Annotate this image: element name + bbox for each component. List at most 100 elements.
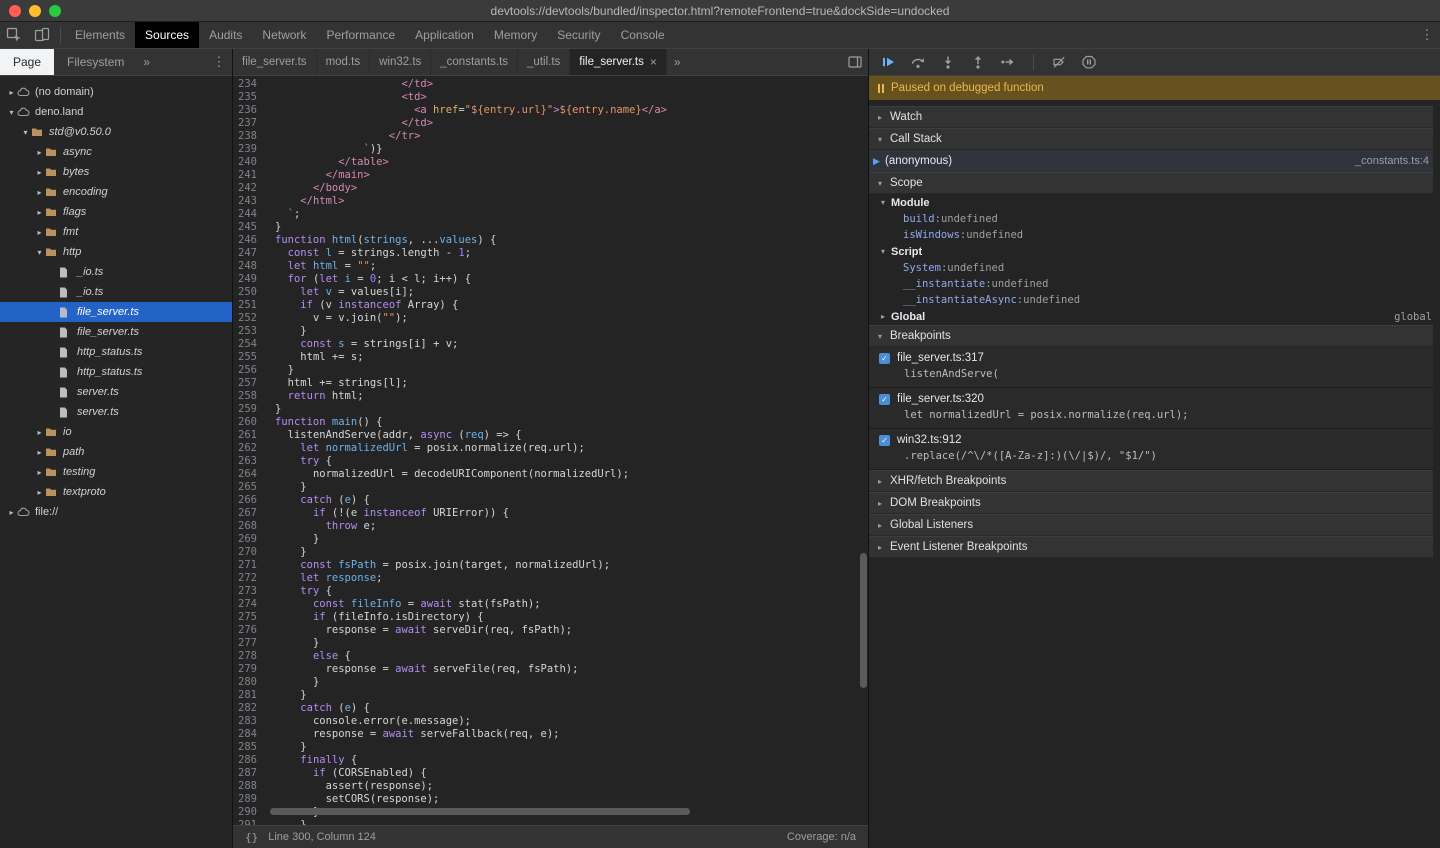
- code-line[interactable]: 246function html(strings, ...values) {: [233, 234, 868, 247]
- code-line[interactable]: 273 try {: [233, 585, 868, 598]
- step-into-button[interactable]: [939, 53, 957, 71]
- tree-item-no-domain[interactable]: ▸(no domain): [0, 82, 232, 102]
- code-line[interactable]: 256 }: [233, 364, 868, 377]
- tree-item-io-ts[interactable]: _io.ts: [0, 262, 232, 282]
- line-number[interactable]: 240: [233, 156, 266, 169]
- code-line[interactable]: 244 `;: [233, 208, 868, 221]
- breakpoint-entry[interactable]: ✓file_server.ts:317listenAndServe(: [869, 347, 1433, 388]
- code-line[interactable]: 258 return html;: [233, 390, 868, 403]
- device-toolbar-icon[interactable]: [28, 22, 56, 48]
- section-header-dom-breakpoints[interactable]: ▸DOM Breakpoints: [869, 492, 1433, 514]
- tree-item-path[interactable]: ▸path: [0, 442, 232, 462]
- tree-item-file-server-ts[interactable]: file_server.ts: [0, 302, 232, 322]
- line-number[interactable]: 270: [233, 546, 266, 559]
- code-line[interactable]: 277 }: [233, 637, 868, 650]
- line-number[interactable]: 235: [233, 91, 266, 104]
- code-line[interactable]: 241 </main>: [233, 169, 868, 182]
- code-line[interactable]: 250 let v = values[i];: [233, 286, 868, 299]
- code-line[interactable]: 264 normalizedUrl = decodeURIComponent(n…: [233, 468, 868, 481]
- code-line[interactable]: 289 setCORS(response);: [233, 793, 868, 806]
- chevron-right-icon[interactable]: ▸: [6, 508, 17, 517]
- code-line[interactable]: 287 if (CORSEnabled) {: [233, 767, 868, 780]
- vertical-scrollbar-thumb[interactable]: [860, 553, 867, 688]
- code-line[interactable]: 248 let html = "";: [233, 260, 868, 273]
- breakpoint-checkbox[interactable]: ✓: [879, 353, 890, 364]
- code-line[interactable]: 263 try {: [233, 455, 868, 468]
- call-frame[interactable]: ▶(anonymous)_constants.ts:4: [869, 150, 1433, 172]
- code-line[interactable]: 237 </td>: [233, 117, 868, 130]
- tree-item-server-ts[interactable]: server.ts: [0, 402, 232, 422]
- pause-on-exceptions-button[interactable]: [1080, 53, 1098, 71]
- line-number[interactable]: 236: [233, 104, 266, 117]
- zoom-window-button[interactable]: [49, 5, 61, 17]
- line-number[interactable]: 266: [233, 494, 266, 507]
- editor-tab-constants-ts[interactable]: _constants.ts: [431, 49, 518, 75]
- code-line[interactable]: 259}: [233, 403, 868, 416]
- navigator-tab-page[interactable]: Page: [0, 49, 54, 75]
- chevron-right-icon[interactable]: ▸: [34, 168, 45, 177]
- code-line[interactable]: 276 response = await serveDir(req, fsPat…: [233, 624, 868, 637]
- code-line[interactable]: 251 if (v instanceof Array) {: [233, 299, 868, 312]
- tree-item-encoding[interactable]: ▸encoding: [0, 182, 232, 202]
- code-editor[interactable]: 234 </td>235 <td>236 <a href="${entry.ur…: [233, 76, 868, 825]
- line-number[interactable]: 244: [233, 208, 266, 221]
- chevron-right-icon[interactable]: ▸: [34, 188, 45, 197]
- chevron-right-icon[interactable]: ▸: [34, 208, 45, 217]
- code-line[interactable]: 280 }: [233, 676, 868, 689]
- code-line[interactable]: 285 }: [233, 741, 868, 754]
- tab-console[interactable]: Console: [611, 22, 675, 48]
- code-line[interactable]: 283 console.error(e.message);: [233, 715, 868, 728]
- line-number[interactable]: 284: [233, 728, 266, 741]
- editor-tab-win32-ts[interactable]: win32.ts: [370, 49, 431, 75]
- tree-item-server-ts[interactable]: server.ts: [0, 382, 232, 402]
- resume-button[interactable]: [879, 53, 897, 71]
- tree-item-testing[interactable]: ▸testing: [0, 462, 232, 482]
- deactivate-breakpoints-button[interactable]: [1050, 53, 1068, 71]
- chevron-right-icon[interactable]: ▸: [34, 148, 45, 157]
- section-header-call-stack[interactable]: ▾Call Stack: [869, 128, 1433, 150]
- tree-item-http[interactable]: ▾http: [0, 242, 232, 262]
- line-number[interactable]: 272: [233, 572, 266, 585]
- line-number[interactable]: 291: [233, 819, 266, 825]
- line-number[interactable]: 280: [233, 676, 266, 689]
- editor-tab-mod-ts[interactable]: mod.ts: [317, 49, 371, 75]
- line-number[interactable]: 283: [233, 715, 266, 728]
- line-number[interactable]: 245: [233, 221, 266, 234]
- chevron-right-icon[interactable]: ▸: [6, 88, 17, 97]
- close-tab-icon[interactable]: ×: [650, 55, 657, 69]
- code-line[interactable]: 236 <a href="${entry.url}">${entry.name}…: [233, 104, 868, 117]
- scope-group-module[interactable]: ▾Module: [869, 194, 1433, 211]
- inspect-element-icon[interactable]: [0, 22, 28, 48]
- line-number[interactable]: 271: [233, 559, 266, 572]
- tab-performance[interactable]: Performance: [316, 22, 405, 48]
- tab-elements[interactable]: Elements: [65, 22, 135, 48]
- code-line[interactable]: 278 else {: [233, 650, 868, 663]
- line-number[interactable]: 278: [233, 650, 266, 663]
- code-line[interactable]: 265 }: [233, 481, 868, 494]
- line-number[interactable]: 248: [233, 260, 266, 273]
- code-line[interactable]: 281 }: [233, 689, 868, 702]
- code-line[interactable]: 282 catch (e) {: [233, 702, 868, 715]
- chevron-down-icon[interactable]: ▾: [34, 248, 45, 257]
- tab-audits[interactable]: Audits: [199, 22, 252, 48]
- code-line[interactable]: 235 <td>: [233, 91, 868, 104]
- line-number[interactable]: 265: [233, 481, 266, 494]
- line-number[interactable]: 257: [233, 377, 266, 390]
- navigator-tab-filesystem[interactable]: Filesystem: [54, 49, 137, 75]
- line-number[interactable]: 253: [233, 325, 266, 338]
- section-header-xhr-fetch-breakpoints[interactable]: ▸XHR/fetch Breakpoints: [869, 470, 1433, 492]
- line-number[interactable]: 268: [233, 520, 266, 533]
- breakpoint-checkbox[interactable]: ✓: [879, 435, 890, 446]
- tree-item-http-status-ts[interactable]: http_status.ts: [0, 362, 232, 382]
- line-number[interactable]: 260: [233, 416, 266, 429]
- line-number[interactable]: 249: [233, 273, 266, 286]
- code-line[interactable]: 255 html += s;: [233, 351, 868, 364]
- tree-item-io[interactable]: ▸io: [0, 422, 232, 442]
- breakpoint-entry[interactable]: ✓file_server.ts:320let normalizedUrl = p…: [869, 388, 1433, 429]
- breakpoint-entry[interactable]: ✓win32.ts:912.replace(/^\/*([A-Za-z]:)(\…: [869, 429, 1433, 470]
- code-line[interactable]: 249 for (let i = 0; i < l; i++) {: [233, 273, 868, 286]
- pretty-print-icon[interactable]: {}: [245, 831, 258, 844]
- tab-network[interactable]: Network: [252, 22, 316, 48]
- line-number[interactable]: 276: [233, 624, 266, 637]
- step-over-button[interactable]: [909, 53, 927, 71]
